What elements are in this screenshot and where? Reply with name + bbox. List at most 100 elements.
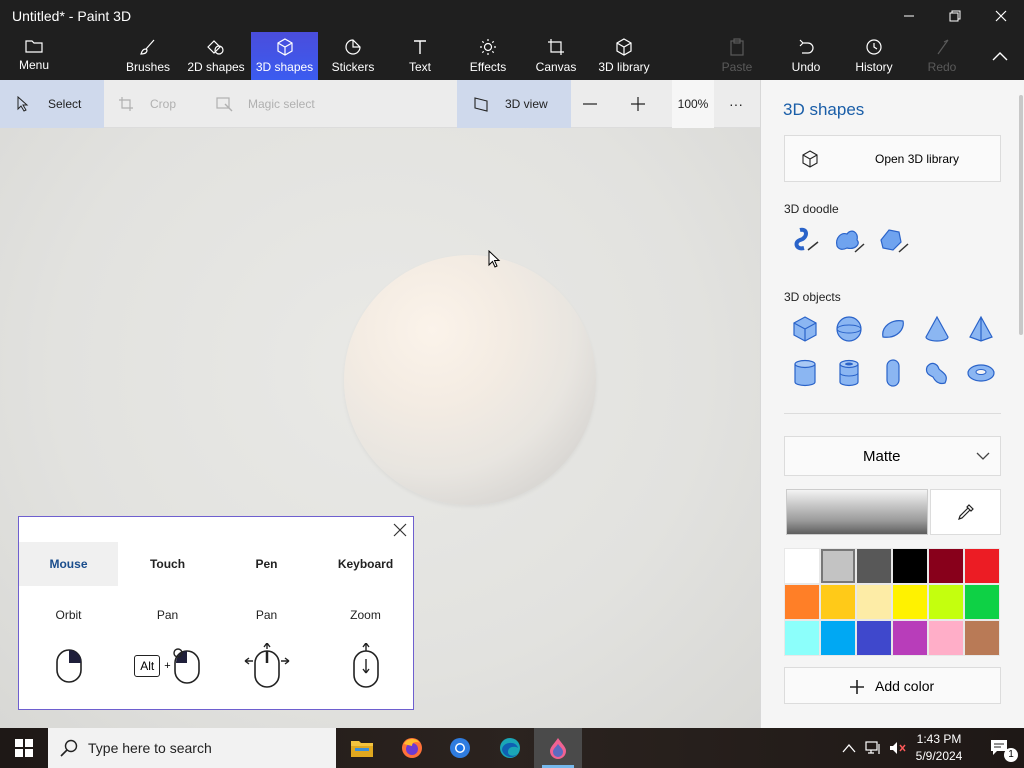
scroll-wheel-mouse-icon [316, 642, 415, 690]
3d-view-toggle[interactable]: 3D view [457, 80, 571, 128]
minimize-button[interactable] [886, 0, 932, 32]
pyramid-shape-icon[interactable] [965, 313, 997, 345]
cone-shape-icon[interactable] [921, 313, 953, 345]
donut-shape-icon[interactable] [965, 357, 997, 389]
search-placeholder: Type here to search [88, 740, 212, 756]
crop-tool[interactable]: Crop [118, 80, 198, 128]
capsule-shape-icon[interactable] [877, 357, 909, 389]
file-explorer-taskbar-icon[interactable] [338, 728, 386, 768]
zoom-level[interactable]: 100% [672, 80, 714, 128]
soft-edge-doodle-icon[interactable] [833, 224, 865, 256]
color-swatch[interactable] [964, 620, 1000, 656]
current-color-preview [786, 489, 928, 535]
paint3d-taskbar-icon[interactable] [534, 728, 582, 768]
sphere-3d-object[interactable] [344, 255, 596, 505]
tube-shape-icon[interactable] [833, 357, 865, 389]
crop-label: Crop [150, 97, 177, 111]
color-swatch[interactable] [784, 620, 820, 656]
chrome-taskbar-icon[interactable] [436, 728, 484, 768]
tool-text[interactable]: Text [398, 32, 442, 80]
menu-button[interactable]: Menu [10, 32, 58, 80]
network-icon[interactable] [865, 740, 883, 756]
color-swatch[interactable] [928, 584, 964, 620]
cube-shape-icon[interactable] [789, 313, 821, 345]
volume-muted-icon[interactable] [889, 740, 907, 756]
alt-key: Alt [134, 655, 161, 677]
sharp-edge-doodle-icon[interactable] [789, 224, 821, 256]
notifications-button[interactable]: 1 [976, 728, 1024, 768]
more-options-button[interactable]: ··· [724, 80, 748, 128]
color-swatch[interactable] [964, 548, 1000, 584]
zoom-out-button[interactable] [582, 80, 608, 128]
color-swatch[interactable] [784, 548, 820, 584]
color-swatch[interactable] [892, 584, 928, 620]
panel-divider [784, 413, 1001, 414]
magic-select-tool[interactable]: Magic select [216, 80, 336, 128]
tool-2d-shapes[interactable]: 2D shapes [184, 32, 248, 80]
color-swatch[interactable] [856, 584, 892, 620]
panel-scrollbar[interactable] [1019, 95, 1023, 335]
color-swatch[interactable] [928, 548, 964, 584]
redo-button[interactable]: Redo [922, 32, 962, 80]
tool-effects[interactable]: Effects [465, 32, 511, 80]
sphere-shape-icon[interactable] [833, 313, 865, 345]
notification-count: 1 [1004, 748, 1018, 762]
tab-touch[interactable]: Touch [118, 542, 217, 586]
tab-keyboard[interactable]: Keyboard [316, 542, 415, 586]
color-swatch[interactable] [928, 620, 964, 656]
tool-3d-library[interactable]: 3D library [596, 32, 652, 80]
tool-canvas[interactable]: Canvas [533, 32, 579, 80]
brush-icon [140, 39, 155, 55]
collapse-ribbon-button[interactable] [984, 32, 1016, 80]
select-tool[interactable]: Select [0, 80, 104, 128]
eyedropper-button[interactable] [930, 489, 1001, 535]
tool-brushes[interactable]: Brushes [120, 32, 176, 80]
color-swatch[interactable] [820, 620, 856, 656]
tool-label: 3D shapes [255, 60, 314, 74]
close-help-button[interactable] [391, 521, 409, 539]
add-color-button[interactable]: Add color [784, 667, 1001, 704]
undo-label: Undo [791, 60, 821, 74]
taskbar-clock[interactable]: 1:43 PM 5/9/2024 [906, 731, 972, 765]
material-dropdown[interactable]: Matte [784, 436, 1001, 476]
restore-button[interactable] [932, 0, 978, 32]
system-tray [836, 728, 910, 768]
firefox-taskbar-icon[interactable] [388, 728, 436, 768]
blob-doodle-icon[interactable] [877, 224, 909, 256]
cursor-icon [17, 96, 29, 112]
action-label-zoom: Zoom [350, 608, 381, 622]
undo-button[interactable]: Undo [784, 32, 828, 80]
action-label-pan: Pan [156, 608, 179, 622]
chevron-up-icon [992, 52, 1008, 61]
edge-taskbar-icon[interactable] [486, 728, 534, 768]
color-swatch[interactable] [784, 584, 820, 620]
tab-pen[interactable]: Pen [217, 542, 316, 586]
close-window-button[interactable] [978, 0, 1024, 32]
tab-mouse[interactable]: Mouse [19, 542, 118, 586]
color-swatch[interactable] [820, 584, 856, 620]
color-swatch[interactable] [856, 620, 892, 656]
start-button[interactable] [0, 728, 48, 768]
zoom-in-button[interactable] [630, 80, 656, 128]
chevron-down-icon [976, 452, 990, 460]
paste-button[interactable]: Paste [714, 32, 760, 80]
color-swatch[interactable] [820, 548, 856, 584]
color-swatch[interactable] [892, 548, 928, 584]
cylinder-shape-icon[interactable] [789, 357, 821, 389]
tool-3d-shapes[interactable]: 3D shapes [251, 32, 318, 80]
tool-stickers[interactable]: Stickers [326, 32, 380, 80]
navigation-help-panel: Mouse Touch Pen Keyboard Orbit Pan Pan Z… [18, 516, 414, 710]
plus-sign: + [164, 660, 171, 672]
tool-label: Canvas [535, 60, 577, 74]
open-3d-library-button[interactable]: Open 3D library [784, 135, 1001, 182]
hemisphere-shape-icon[interactable] [877, 313, 909, 345]
color-swatch[interactable] [892, 620, 928, 656]
chevron-up-icon[interactable] [842, 743, 856, 753]
tool-label: 2D shapes [187, 60, 245, 74]
history-button[interactable]: History [850, 32, 898, 80]
color-swatch[interactable] [856, 548, 892, 584]
color-swatch[interactable] [964, 584, 1000, 620]
window-title: Untitled* - Paint 3D [12, 8, 132, 24]
curved-cylinder-shape-icon[interactable] [921, 357, 953, 389]
taskbar-search-box[interactable]: Type here to search [48, 728, 336, 768]
